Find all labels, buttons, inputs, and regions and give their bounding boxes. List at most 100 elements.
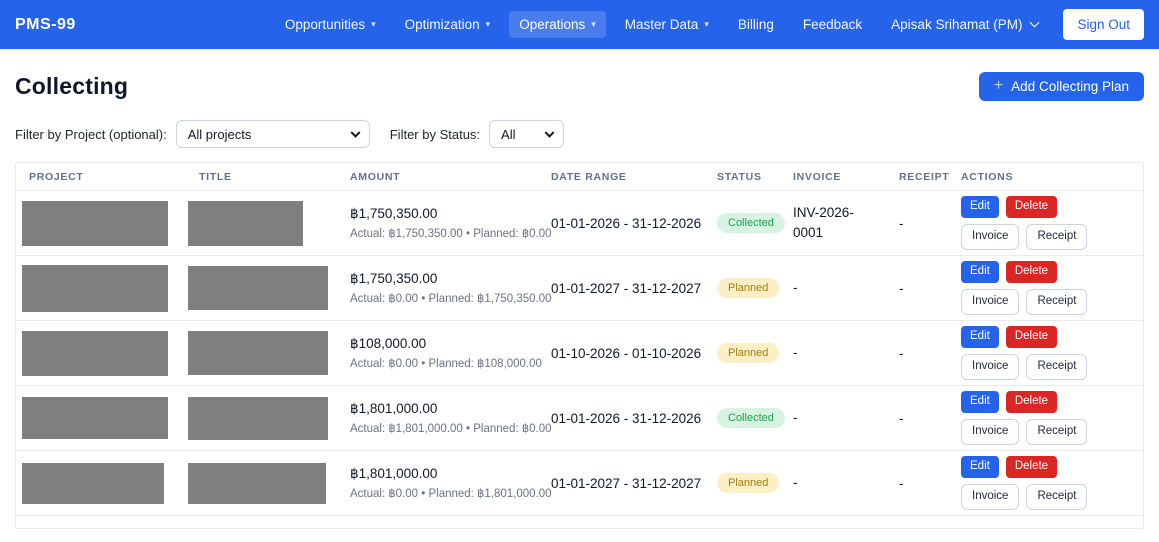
receipt-value: - [899,476,961,491]
invoice-value: - [793,278,881,298]
column-header-date-range: Date Range [551,171,717,183]
actions-cell: Edit Delete Invoice Receipt [961,261,1111,315]
add-collecting-plan-button[interactable]: + Add Collecting Plan [979,72,1144,101]
edit-button[interactable]: Edit [961,326,999,348]
status-filter-label: Filter by Status: [390,127,480,142]
title-cell [199,331,350,375]
column-header-amount: Amount [350,171,551,183]
nav-item-master-data[interactable]: Master Data ▾ [615,11,719,38]
invoice-button[interactable]: Invoice [961,484,1019,510]
project-placeholder [22,331,168,376]
project-placeholder [22,201,168,246]
project-cell [29,265,199,312]
invoice-value: - [793,408,881,428]
chevron-down-icon: ▾ [486,20,491,29]
date-range-value: 01-01-2026 - 31-12-2026 [551,216,717,231]
table-row: ฿1,801,000.00 Actual: ฿0.00 • Planned: ฿… [16,451,1143,516]
status-badge: Collected [717,213,785,233]
nav-item-feedback[interactable]: Feedback [793,11,872,38]
chevron-down-icon: ▾ [371,20,376,29]
table-row: ฿1,750,350.00 Actual: ฿0.00 • Planned: ฿… [16,256,1143,321]
amount-value: ฿1,750,350.00 [350,206,551,222]
status-cell: Collected [717,213,793,233]
receipt-button[interactable]: Receipt [1026,354,1087,380]
filter-bar: Filter by Project (optional): All projec… [15,120,1144,148]
project-cell [29,201,199,246]
nav-item-operations[interactable]: Operations ▾ [509,11,606,38]
title-cell [199,397,350,440]
date-range-value: 01-01-2027 - 31-12-2027 [551,281,717,296]
delete-button[interactable]: Delete [1006,456,1057,478]
edit-button[interactable]: Edit [961,456,999,478]
chevron-down-icon: ▾ [591,20,596,29]
nav-item-billing[interactable]: Billing [728,11,784,38]
top-navbar: PMS-99 Opportunities ▾ Optimization ▾ Op… [0,0,1159,49]
status-badge: Planned [717,278,779,298]
invoice-value: - [793,343,881,363]
receipt-button[interactable]: Receipt [1026,289,1087,315]
amount-value: ฿108,000.00 [350,336,551,352]
table-header-row: Project Title Amount Date Range Status I… [16,163,1143,191]
chevron-down-icon [1030,18,1040,28]
nav-item-opportunities[interactable]: Opportunities ▾ [275,11,386,38]
project-placeholder [22,397,168,439]
date-range-value: 01-01-2027 - 31-12-2027 [551,476,717,491]
project-filter: All projects [176,120,370,148]
project-cell [29,331,199,376]
amount-cell: ฿1,750,350.00 Actual: ฿1,750,350.00 • Pl… [350,206,551,240]
receipt-button[interactable]: Receipt [1026,484,1087,510]
title-placeholder [188,397,328,440]
invoice-button[interactable]: Invoice [961,354,1019,380]
receipt-value: - [899,411,961,426]
invoice-button[interactable]: Invoice [961,224,1019,250]
invoice-button[interactable]: Invoice [961,419,1019,445]
brand-logo[interactable]: PMS-99 [15,16,76,34]
actions-cell: Edit Delete Invoice Receipt [961,391,1111,445]
amount-breakdown: Actual: ฿0.00 • Planned: ฿1,750,350.00 [350,291,551,305]
edit-button[interactable]: Edit [961,391,999,413]
nav-item-label: Master Data [625,17,699,32]
amount-value: ฿1,801,000.00 [350,401,551,417]
delete-button[interactable]: Delete [1006,326,1057,348]
date-range-value: 01-10-2026 - 01-10-2026 [551,346,717,361]
title-cell [199,463,350,504]
status-cell: Collected [717,408,793,428]
page-title: Collecting [15,73,128,100]
user-menu[interactable]: Apisak Srihamat (PM) [881,11,1048,38]
actions-cell: Edit Delete Invoice Receipt [961,196,1111,250]
table-body: ฿1,750,350.00 Actual: ฿1,750,350.00 • Pl… [16,191,1143,516]
page-header: Collecting + Add Collecting Plan [15,72,1144,101]
status-badge: Collected [717,408,785,428]
nav-item-label: Operations [519,17,585,32]
amount-cell: ฿108,000.00 Actual: ฿0.00 • Planned: ฿10… [350,336,551,370]
edit-button[interactable]: Edit [961,261,999,283]
table-row: ฿108,000.00 Actual: ฿0.00 • Planned: ฿10… [16,321,1143,386]
app-root: PMS-99 Opportunities ▾ Optimization ▾ Op… [0,0,1159,529]
delete-button[interactable]: Delete [1006,261,1057,283]
column-header-project: Project [29,171,199,183]
receipt-value: - [899,281,961,296]
title-cell [199,266,350,310]
sign-out-button[interactable]: Sign Out [1063,9,1144,40]
nav-item-label: Optimization [405,17,480,32]
amount-breakdown: Actual: ฿0.00 • Planned: ฿108,000.00 [350,356,551,370]
delete-button[interactable]: Delete [1006,196,1057,218]
project-cell [29,463,199,504]
actions-cell: Edit Delete Invoice Receipt [961,326,1111,380]
project-filter-select[interactable]: All projects [176,120,370,148]
amount-value: ฿1,801,000.00 [350,466,551,482]
column-header-status: Status [717,171,793,183]
table-row: ฿1,750,350.00 Actual: ฿1,750,350.00 • Pl… [16,191,1143,256]
amount-value: ฿1,750,350.00 [350,271,551,287]
page-content: Collecting + Add Collecting Plan Filter … [0,72,1159,529]
delete-button[interactable]: Delete [1006,391,1057,413]
status-filter-select[interactable]: All [489,120,564,148]
status-badge: Planned [717,473,779,493]
receipt-button[interactable]: Receipt [1026,419,1087,445]
status-cell: Planned [717,473,793,493]
edit-button[interactable]: Edit [961,196,999,218]
receipt-button[interactable]: Receipt [1026,224,1087,250]
invoice-button[interactable]: Invoice [961,289,1019,315]
nav-item-optimization[interactable]: Optimization ▾ [395,11,501,38]
title-placeholder [188,331,328,375]
